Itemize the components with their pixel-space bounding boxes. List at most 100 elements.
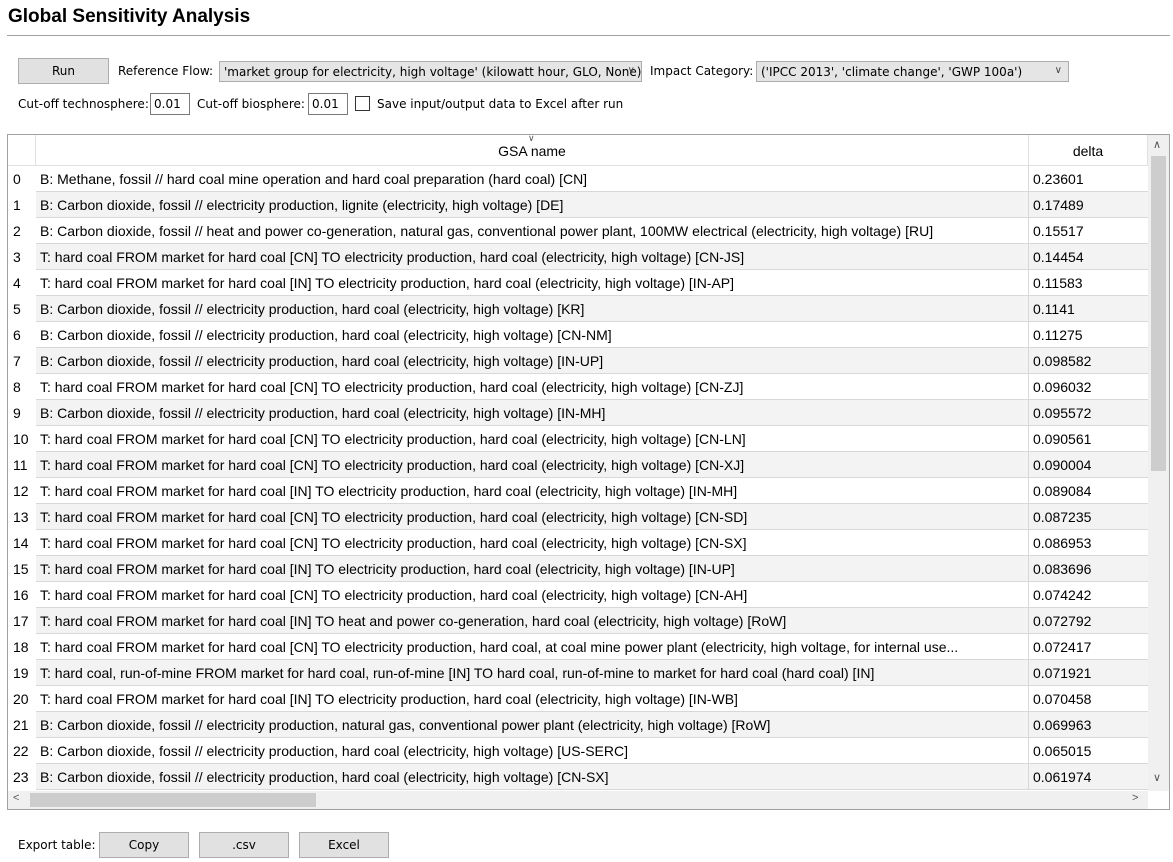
impact-category-label: Impact Category: [650, 64, 754, 78]
table-row[interactable]: 1 B: Carbon dioxide, fossil // electricit… [8, 192, 1148, 218]
gsa-name-cell: T: hard coal FROM market for hard coal [… [36, 452, 1029, 478]
table-row[interactable]: 17 T: hard coal FROM market for hard coal… [8, 608, 1148, 634]
cutoff-technosphere-label: Cut-off technosphere: [18, 97, 149, 111]
gsa-name-cell: T: hard coal FROM market for hard coal [… [36, 426, 1029, 452]
reference-flow-select[interactable]: 'market group for electricity, high volt… [219, 61, 642, 82]
column-header-gsa-name[interactable]: ∨ GSA name [36, 135, 1029, 166]
delta-cell: 0.090561 [1029, 426, 1148, 452]
gsa-name-cell: B: Carbon dioxide, fossil // electricity… [36, 400, 1029, 426]
gsa-name-cell: T: hard coal FROM market for hard coal [… [36, 582, 1029, 608]
chevron-up-icon[interactable]: ∧ [1153, 138, 1161, 151]
delta-cell: 0.072417 [1029, 634, 1148, 660]
gsa-name-cell: B: Carbon dioxide, fossil // electricity… [36, 348, 1029, 374]
table-row[interactable]: 22 B: Carbon dioxide, fossil // electrici… [8, 738, 1148, 764]
row-index: 0 [8, 166, 36, 192]
row-index: 13 [8, 504, 36, 530]
delta-cell: 0.065015 [1029, 738, 1148, 764]
gsa-name-cell: T: hard coal, run-of-mine FROM market fo… [36, 660, 1029, 686]
table-row[interactable]: 21 B: Carbon dioxide, fossil // electrici… [8, 712, 1148, 738]
gsa-name-cell: T: hard coal FROM market for hard coal [… [36, 530, 1029, 556]
table-row[interactable]: 12 T: hard coal FROM market for hard coal… [8, 478, 1148, 504]
export-table-label: Export table: [18, 838, 96, 852]
gsa-name-cell: B: Carbon dioxide, fossil // electricity… [36, 322, 1029, 348]
delta-cell: 0.086953 [1029, 530, 1148, 556]
delta-cell: 0.083696 [1029, 556, 1148, 582]
impact-category-select[interactable]: ('IPCC 2013', 'climate change', 'GWP 100… [756, 61, 1069, 82]
row-index: 6 [8, 322, 36, 348]
delta-cell: 0.096032 [1029, 374, 1148, 400]
delta-cell: 0.071921 [1029, 660, 1148, 686]
table-row[interactable]: 14 T: hard coal FROM market for hard coal… [8, 530, 1148, 556]
delta-cell: 0.098582 [1029, 348, 1148, 374]
delta-cell: 0.070458 [1029, 686, 1148, 712]
cutoff-biosphere-input[interactable]: 0.01 [308, 93, 348, 115]
column-header-delta[interactable]: delta [1029, 135, 1148, 166]
table-row[interactable]: 18 T: hard coal FROM market for hard coal… [8, 634, 1148, 660]
save-excel-checkbox[interactable] [355, 96, 370, 111]
row-index: 19 [8, 660, 36, 686]
table-row[interactable]: 8 T: hard coal FROM market for hard coal … [8, 374, 1148, 400]
table-row[interactable]: 23 B: Carbon dioxide, fossil // electrici… [8, 764, 1148, 790]
delta-cell: 0.23601 [1029, 166, 1148, 192]
gsa-name-cell: B: Carbon dioxide, fossil // electricity… [36, 712, 1029, 738]
reference-flow-value: 'market group for electricity, high volt… [224, 64, 642, 79]
table-row[interactable]: 9 B: Carbon dioxide, fossil // electricit… [8, 400, 1148, 426]
table-row[interactable]: 10 T: hard coal FROM market for hard coal… [8, 426, 1148, 452]
row-index: 7 [8, 348, 36, 374]
gsa-name-cell: T: hard coal FROM market for hard coal [… [36, 478, 1029, 504]
row-index: 8 [8, 374, 36, 400]
gsa-name-cell: T: hard coal FROM market for hard coal [… [36, 374, 1029, 400]
table-row[interactable]: 7 B: Carbon dioxide, fossil // electricit… [8, 348, 1148, 374]
delta-cell: 0.1141 [1029, 296, 1148, 322]
row-index: 2 [8, 218, 36, 244]
gsa-name-cell: B: Carbon dioxide, fossil // electricity… [36, 738, 1029, 764]
row-index: 20 [8, 686, 36, 712]
row-index: 14 [8, 530, 36, 556]
gsa-name-cell: B: Carbon dioxide, fossil // electricity… [36, 296, 1029, 322]
gsa-name-cell: B: Carbon dioxide, fossil // heat and po… [36, 218, 1029, 244]
row-index: 1 [8, 192, 36, 218]
chevron-down-icon[interactable]: ∨ [1153, 771, 1161, 784]
table-row[interactable]: 2 B: Carbon dioxide, fossil // heat and p… [8, 218, 1148, 244]
divider [7, 35, 1170, 36]
delta-cell: 0.11583 [1029, 270, 1148, 296]
table-row[interactable]: 3 T: hard coal FROM market for hard coal … [8, 244, 1148, 270]
table-row[interactable]: 20 T: hard coal FROM market for hard coal… [8, 686, 1148, 712]
sort-indicator-icon: ∨ [528, 134, 535, 143]
table-row[interactable]: 5 B: Carbon dioxide, fossil // electricit… [8, 296, 1148, 322]
table-row[interactable]: 11 T: hard coal FROM market for hard coal… [8, 452, 1148, 478]
row-index: 23 [8, 764, 36, 790]
gsa-name-cell: T: hard coal FROM market for hard coal [… [36, 244, 1029, 270]
vertical-scroll-thumb[interactable] [1151, 156, 1166, 471]
row-index: 3 [8, 244, 36, 270]
horizontal-scrollbar[interactable]: < > [8, 791, 1148, 809]
gsa-name-cell: T: hard coal FROM market for hard coal [… [36, 686, 1029, 712]
gsa-name-cell: B: Carbon dioxide, fossil // electricity… [36, 192, 1029, 218]
vertical-scrollbar[interactable]: ∧ ∨ [1148, 135, 1169, 791]
row-index: 18 [8, 634, 36, 660]
run-button[interactable]: Run [18, 58, 109, 84]
table-row[interactable]: 15 T: hard coal FROM market for hard coal… [8, 556, 1148, 582]
csv-export-button[interactable]: .csv [199, 832, 289, 858]
horizontal-scroll-thumb[interactable] [30, 793, 316, 807]
table-row[interactable]: 4 T: hard coal FROM market for hard coal … [8, 270, 1148, 296]
cutoff-biosphere-label: Cut-off biosphere: [197, 97, 305, 111]
copy-button[interactable]: Copy [99, 832, 189, 858]
excel-export-button[interactable]: Excel [299, 832, 389, 858]
delta-cell: 0.11275 [1029, 322, 1148, 348]
table-row[interactable]: 16 T: hard coal FROM market for hard coal… [8, 582, 1148, 608]
delta-cell: 0.089084 [1029, 478, 1148, 504]
gsa-name-cell: B: Carbon dioxide, fossil // electricity… [36, 764, 1029, 790]
table-row[interactable]: 6 B: Carbon dioxide, fossil // electricit… [8, 322, 1148, 348]
row-index: 5 [8, 296, 36, 322]
table-row[interactable]: 19 T: hard coal, run-of-mine FROM market … [8, 660, 1148, 686]
delta-cell: 0.074242 [1029, 582, 1148, 608]
gsa-name-cell: T: hard coal FROM market for hard coal [… [36, 270, 1029, 296]
table-row[interactable]: 13 T: hard coal FROM market for hard coal… [8, 504, 1148, 530]
table-row[interactable]: 0 B: Methane, fossil // hard coal mine op… [8, 166, 1148, 192]
chevron-down-icon: ∨ [1054, 65, 1062, 76]
chevron-right-icon[interactable]: > [1132, 792, 1138, 804]
save-excel-label: Save input/output data to Excel after ru… [377, 97, 624, 111]
chevron-left-icon[interactable]: < [13, 792, 19, 804]
cutoff-technosphere-input[interactable]: 0.01 [150, 93, 190, 115]
